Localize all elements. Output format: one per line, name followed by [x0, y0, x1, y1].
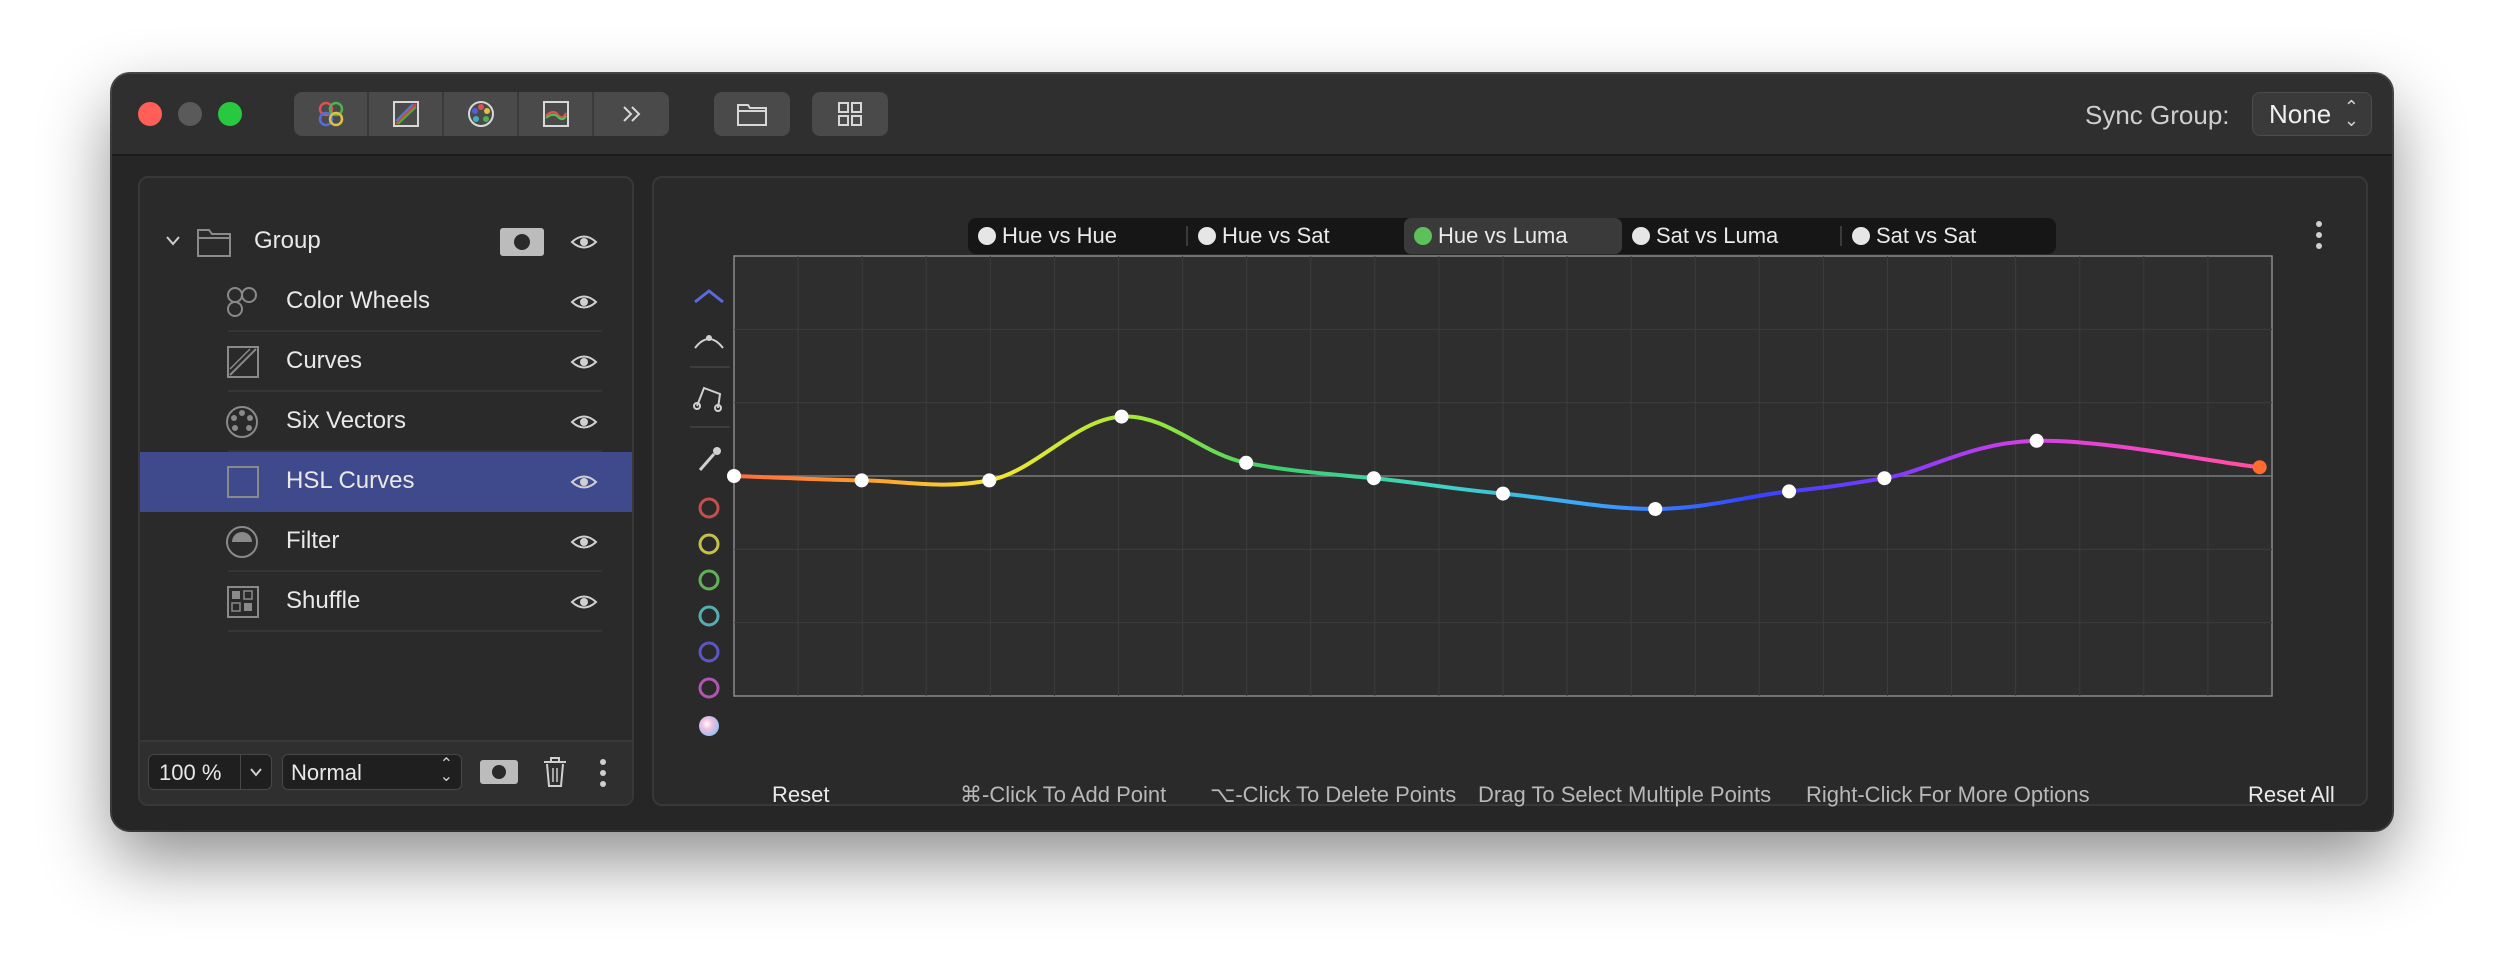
more-options-icon[interactable]	[598, 758, 608, 788]
app-window: Sync Group: None ⌃ ⌄ Group Color Wheels …	[112, 74, 2392, 830]
chevron-updown-icon: ⌃ ⌄	[439, 756, 453, 785]
open-folder-button[interactable]	[714, 92, 790, 136]
trash-icon[interactable]	[542, 756, 568, 788]
eye-icon[interactable]	[570, 291, 598, 313]
layer-row-filter[interactable]: Filter	[140, 512, 632, 572]
layer-row-color-wheels[interactable]: Color Wheels	[140, 272, 632, 332]
hsl-curves-icon	[542, 101, 569, 127]
curve-control-point[interactable]	[2252, 460, 2267, 475]
more-adjustments-button[interactable]	[594, 92, 669, 136]
color-wheels-button[interactable]	[294, 92, 369, 136]
color-wheels-icon	[227, 287, 257, 317]
folder-icon	[737, 104, 767, 126]
blend-mode-value: Normal	[291, 760, 362, 785]
curve-control-point[interactable]	[982, 473, 997, 488]
sync-group-label: Sync Group:	[2085, 100, 2230, 130]
layer-row-shuffle[interactable]: Shuffle	[140, 572, 632, 632]
layer-row-curves[interactable]: Curves	[140, 332, 632, 392]
curve-control-point[interactable]	[2029, 433, 2044, 448]
hsl-curves-icon	[227, 466, 259, 498]
hsl-curve-graph[interactable]	[654, 178, 2366, 804]
chevron-updown-icon: ⌃ ⌄	[2343, 97, 2359, 130]
layer-label: Color Wheels	[286, 287, 431, 314]
layer-row-group[interactable]: Group	[140, 212, 632, 272]
curve-control-point[interactable]	[1114, 409, 1129, 424]
eye-icon[interactable]	[570, 471, 598, 493]
curve-control-point[interactable]	[1782, 484, 1797, 499]
hint-delete-points: ⌥-Click To Delete Points	[1210, 782, 1457, 807]
six-vectors-button[interactable]	[444, 92, 519, 136]
title-bar: Sync Group: None ⌃ ⌄	[112, 74, 2392, 156]
opacity-value: 100 %	[159, 760, 222, 785]
sync-group-select[interactable]: None ⌃ ⌄	[2252, 92, 2372, 136]
mask-icon	[492, 765, 506, 779]
mask-icon	[514, 234, 530, 250]
shuffle-icon	[227, 586, 259, 618]
hint-right-click: Right-Click For More Options	[1806, 782, 2090, 807]
curve-control-point[interactable]	[1239, 455, 1254, 470]
hsl-curves-button[interactable]	[519, 92, 594, 136]
layer-footer: 100 % Normal ⌃ ⌄	[140, 740, 632, 804]
eye-icon[interactable]	[570, 591, 598, 613]
opacity-field[interactable]: 100 %	[148, 754, 272, 790]
curve-control-point[interactable]	[854, 473, 869, 488]
curve-control-point[interactable]	[1496, 486, 1510, 501]
hsl-curves-panel: Hue vs Hue Hue vs Sat Hue vs Luma Sat vs…	[652, 176, 2368, 808]
hint-add-point: ⌘-Click To Add Point	[960, 782, 1167, 807]
layer-label: Filter	[286, 527, 340, 554]
curves-icon	[227, 346, 259, 378]
six-vectors-icon	[226, 406, 258, 438]
grid-icon	[838, 102, 862, 126]
layer-row-six-vectors[interactable]: Six Vectors	[140, 392, 632, 452]
curve-control-point[interactable]	[1877, 471, 1892, 486]
filter-icon	[226, 526, 258, 558]
eye-icon[interactable]	[570, 531, 598, 553]
maximize-button[interactable]	[218, 102, 242, 126]
mask-button[interactable]	[480, 760, 518, 784]
mask-button[interactable]	[500, 228, 544, 256]
color-wheels-icon	[318, 101, 343, 127]
layer-label: Group	[254, 227, 321, 254]
more-chevrons-icon	[622, 106, 640, 122]
chevron-down-icon	[166, 236, 180, 246]
eye-icon[interactable]	[570, 351, 598, 373]
curve-control-point[interactable]	[1648, 502, 1663, 516]
minimize-button[interactable]	[178, 102, 202, 126]
grid-view-button[interactable]	[812, 92, 888, 136]
eye-icon[interactable]	[570, 411, 598, 433]
curves-button[interactable]	[369, 92, 444, 136]
row-divider	[228, 630, 602, 632]
adjustment-toolbar	[294, 92, 669, 136]
curve-control-point[interactable]	[1366, 471, 1381, 486]
layer-row-hsl-curves[interactable]: HSL Curves	[140, 452, 632, 512]
six-vectors-icon	[467, 101, 494, 127]
reset-all-button[interactable]: Reset All	[2248, 782, 2335, 808]
layer-label: HSL Curves	[286, 467, 415, 494]
curve-control-point[interactable]	[727, 469, 741, 483]
layer-label: Shuffle	[286, 587, 361, 614]
layer-label: Six Vectors	[286, 407, 407, 434]
eye-icon[interactable]	[570, 231, 598, 253]
chevron-down-icon	[250, 768, 262, 777]
close-button[interactable]	[138, 102, 162, 126]
sync-group-value: None	[2269, 98, 2332, 129]
curves-icon	[392, 101, 419, 127]
reset-button[interactable]: Reset	[772, 782, 829, 808]
folder-icon	[197, 229, 231, 257]
hint-drag-select: Drag To Select Multiple Points	[1478, 782, 1772, 807]
layer-label: Curves	[286, 347, 363, 374]
opacity-dropdown-button[interactable]	[240, 755, 271, 789]
layer-list-panel: Group Color Wheels Curves Six Vectors HS…	[138, 176, 634, 806]
blend-mode-select[interactable]: Normal ⌃ ⌄	[282, 754, 462, 790]
